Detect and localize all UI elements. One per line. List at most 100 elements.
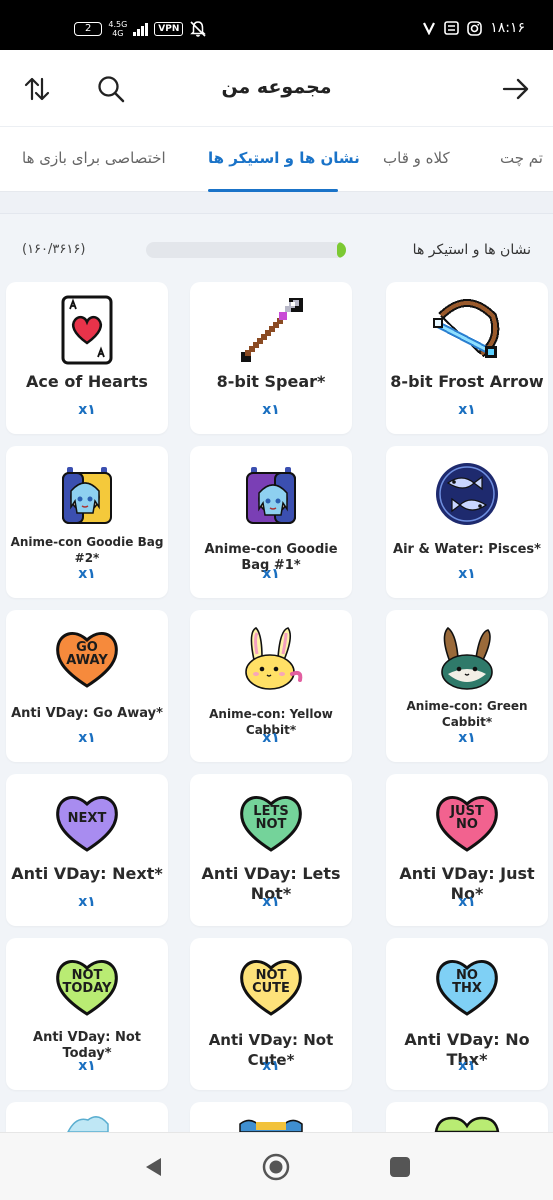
status-bar: 2 4.5G 4G VPN ۱۸:۱۶ xyxy=(0,0,553,50)
heart-text: LETS NOT xyxy=(238,805,304,831)
item-quantity: x۱ xyxy=(262,402,280,418)
heart-text: NO THX xyxy=(434,969,500,995)
goodie-bag-purple-icon xyxy=(246,467,296,524)
item-card-partial[interactable] xyxy=(386,1102,548,1132)
tab-chat-theme[interactable]: تم چت xyxy=(500,149,543,167)
heart-text-line: AWAY xyxy=(66,653,108,668)
green-cabbit-icon xyxy=(441,626,493,690)
item-quantity: x۱ xyxy=(78,566,96,582)
content-top-strip xyxy=(0,192,553,214)
item-card[interactable]: GO AWAY Anti VDay: Go Away* x۱ xyxy=(6,610,168,762)
candy-heart-not-today-icon: NOT TODAY xyxy=(54,954,120,1018)
heart-text: NOT TODAY xyxy=(54,969,120,995)
sticker-partial-icon xyxy=(67,1116,109,1132)
nav-recents-button[interactable] xyxy=(386,1153,414,1181)
app-notification-icon xyxy=(423,22,436,35)
ace-of-hearts-icon xyxy=(61,295,113,365)
item-name: Anti VDay: Next* xyxy=(11,864,163,883)
app-bar: مجموعه من xyxy=(0,50,553,126)
collection-progress-fill xyxy=(337,242,346,258)
candy-heart-go-away-icon: GO AWAY xyxy=(54,626,120,690)
network-type: 4.5G 4G xyxy=(108,20,127,38)
tab-hats-frames[interactable]: کلاه و قاب xyxy=(383,149,450,167)
tab-game-exclusive[interactable]: اختصاصی برای بازی ها xyxy=(22,149,166,167)
back-button[interactable] xyxy=(499,72,533,106)
candy-heart-next-icon: NEXT xyxy=(54,790,120,854)
pixel-spear-icon xyxy=(241,298,303,362)
instagram-icon xyxy=(467,20,483,36)
heart-text-line: THX xyxy=(452,981,482,996)
candy-heart-no-thx-icon: NO THX xyxy=(434,954,500,1018)
arrow-right-icon xyxy=(502,78,529,100)
item-card-partial[interactable] xyxy=(190,1102,352,1132)
square-recents-icon xyxy=(390,1157,410,1177)
item-quantity: x۱ xyxy=(262,566,280,582)
heart-text: NEXT xyxy=(54,812,120,825)
item-card[interactable]: Air & Water: Pisces* x۱ xyxy=(386,446,548,598)
collection-content[interactable]: (۱۶۰/۳۶۱۶) نشان ها و استیکر ها Ace of He… xyxy=(0,192,553,1132)
item-name: Anime-con: Green Cabbit* xyxy=(406,699,528,729)
item-card[interactable]: Anime-con Goodie Bag #1* x۱ xyxy=(190,446,352,598)
pixel-crossbow-icon xyxy=(433,299,500,358)
candy-heart-not-cute-icon: NOT CUTE xyxy=(238,954,304,1018)
status-right: ۱۸:۱۶ xyxy=(422,20,525,36)
heart-text-line: NO xyxy=(456,817,478,832)
item-quantity: x۱ xyxy=(78,894,96,910)
signal-icon xyxy=(133,22,149,36)
item-card[interactable]: NOT CUTE Anti VDay: Not Cute* x۱ xyxy=(190,938,352,1090)
item-card[interactable]: Anime-con Goodie Bag #2* x۱ xyxy=(6,446,168,598)
item-name: Air & Water: Pisces* xyxy=(393,542,541,557)
network-type-top: 4.5G xyxy=(108,20,128,29)
status-left: 2 4.5G 4G VPN xyxy=(74,20,207,38)
item-quantity: x۱ xyxy=(262,730,280,746)
item-card[interactable]: JUST NO Anti VDay: Just No* x۱ xyxy=(386,774,548,926)
yellow-cabbit-icon xyxy=(245,627,303,690)
sim-badge: 2 xyxy=(74,22,103,36)
collection-progress-bar xyxy=(146,242,346,258)
heart-text-line: NOT xyxy=(255,817,287,832)
item-quantity: x۱ xyxy=(458,1058,476,1074)
candy-heart-partial-icon xyxy=(434,1116,500,1132)
item-card[interactable]: NEXT Anti VDay: Next* x۱ xyxy=(6,774,168,926)
item-card[interactable]: Anime-con: Yellow Cabbit* x۱ xyxy=(190,610,352,762)
candy-heart-just-no-icon: JUST NO xyxy=(434,790,500,854)
candy-heart-lets-not-icon: LETS NOT xyxy=(238,790,304,854)
item-quantity: x۱ xyxy=(458,402,476,418)
item-quantity: x۱ xyxy=(78,1058,96,1074)
heart-text: GO AWAY xyxy=(54,641,120,667)
system-nav-bar xyxy=(0,1132,553,1200)
item-name: Anime-con Goodie Bag #2* xyxy=(10,535,164,565)
item-quantity: x۱ xyxy=(262,1058,280,1074)
item-card[interactable]: NOT TODAY Anti VDay: Not Today* x۱ xyxy=(6,938,168,1090)
nav-home-button[interactable] xyxy=(262,1153,290,1181)
sticker-partial-icon xyxy=(239,1119,303,1132)
network-type-bottom: 4G xyxy=(112,29,124,38)
item-card[interactable]: 8-bit Spear* x۱ xyxy=(190,282,352,434)
page-title: مجموعه من xyxy=(221,76,332,98)
vpn-badge: VPN xyxy=(154,22,184,36)
item-quantity: x۱ xyxy=(458,730,476,746)
heart-text: NOT CUTE xyxy=(238,969,304,995)
item-name: 8-bit Frost Arrow xyxy=(390,372,544,391)
item-card[interactable]: Ace of Hearts x۱ xyxy=(6,282,168,434)
heart-text-line: NEXT xyxy=(67,811,107,826)
heart-text: JUST NO xyxy=(434,805,500,831)
heart-text-line: TODAY xyxy=(62,981,112,996)
nav-back-button[interactable] xyxy=(140,1153,168,1181)
circle-home-icon xyxy=(262,1153,290,1181)
item-quantity: x۱ xyxy=(262,894,280,910)
item-card[interactable]: NO THX Anti VDay: No Thx* x۱ xyxy=(386,938,548,1090)
tab-badges-stickers[interactable]: نشان ها و استیکر ها xyxy=(208,149,360,167)
item-quantity: x۱ xyxy=(78,402,96,418)
collection-count: (۱۶۰/۳۶۱۶) xyxy=(22,242,86,257)
goodie-bag-yellow-icon xyxy=(62,467,112,524)
tab-bar: تم چت کلاه و قاب نشان ها و استیکر ها اخت… xyxy=(0,126,553,192)
item-card[interactable]: LETS NOT Anti VDay: Lets Not* x۱ xyxy=(190,774,352,926)
pisces-icon xyxy=(436,463,498,525)
item-card[interactable]: 8-bit Frost Arrow x۱ xyxy=(386,282,548,434)
item-quantity: x۱ xyxy=(458,566,476,582)
item-card-partial[interactable] xyxy=(6,1102,168,1132)
item-card[interactable]: Anime-con: Green Cabbit* x۱ xyxy=(386,610,548,762)
item-name: Anti VDay: Go Away* xyxy=(11,706,163,721)
clock: ۱۸:۱۶ xyxy=(490,20,525,36)
